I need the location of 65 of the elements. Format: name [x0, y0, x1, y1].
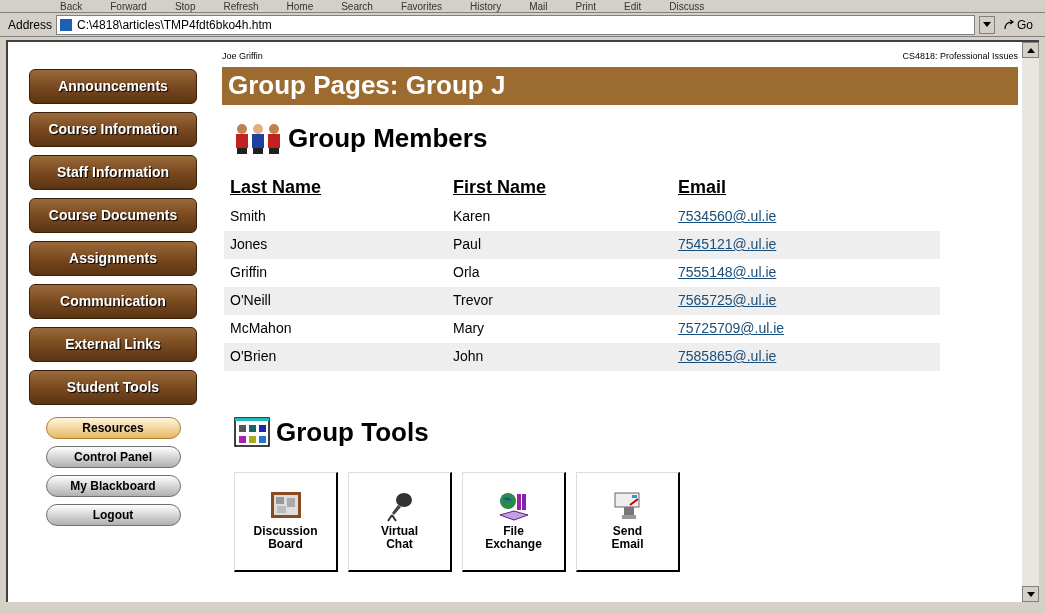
column-header: Email: [677, 175, 728, 199]
toolbar-button[interactable]: Search: [341, 1, 373, 12]
tools-grid-icon: [234, 417, 270, 447]
section-heading: Group Members: [288, 121, 488, 155]
tool-button[interactable]: Send Email: [576, 471, 680, 572]
email-link[interactable]: 75725709@.ul.ie: [678, 320, 785, 336]
table-cell: Mary: [453, 320, 485, 336]
table-cell: McMahon: [230, 320, 292, 336]
nav-button[interactable]: Announcements: [29, 69, 197, 104]
page-title-bar: Group Pages: Group J: [222, 66, 1018, 105]
nav-button[interactable]: Control Panel: [45, 446, 181, 468]
nav-button[interactable]: Course Information: [29, 112, 197, 147]
tool-button[interactable]: Virtual Chat: [348, 471, 452, 572]
globe-book-icon: [497, 491, 530, 523]
table-cell: Trevor: [453, 292, 493, 308]
table-cell: Paul: [453, 236, 482, 252]
dropdown-button[interactable]: [979, 15, 995, 34]
email-link[interactable]: 7545121@.ul.ie: [678, 236, 777, 252]
tool-button[interactable]: Discussion Board: [234, 471, 338, 572]
nav-button[interactable]: External Links: [29, 327, 197, 362]
table-cell: Karen: [453, 208, 491, 224]
scroll-up-icon: [1026, 47, 1035, 53]
table-cell: Smith: [230, 208, 266, 224]
column-header: First Name: [452, 175, 548, 199]
toolbar-button[interactable]: Edit: [624, 1, 642, 12]
table-cell: Griffin: [230, 264, 268, 280]
go-button[interactable]: Go: [999, 15, 1037, 34]
toolbar-button[interactable]: Refresh: [223, 1, 259, 12]
column-header: Last Name: [229, 175, 323, 199]
table-cell: Jones: [230, 236, 268, 252]
toolbar-button[interactable]: Discuss: [669, 1, 705, 12]
toolbar-button[interactable]: Forward: [110, 1, 147, 12]
email-link[interactable]: 7565725@.ul.ie: [678, 292, 777, 308]
course-title: CS4818: Professional Issues: [902, 50, 1018, 63]
email-link[interactable]: 7534560@.ul.ie: [678, 208, 777, 224]
email-link[interactable]: 7555148@.ul.ie: [678, 264, 777, 280]
user-name: Joe Griffin: [222, 50, 263, 63]
toolbar-button[interactable]: Home: [286, 1, 314, 12]
email-link[interactable]: 7585865@.ul.ie: [678, 348, 777, 364]
nav-button[interactable]: Resources: [45, 417, 181, 439]
tool-button[interactable]: File Exchange: [462, 471, 566, 572]
section-heading: Group Tools: [276, 415, 429, 449]
address-label: Address: [8, 16, 53, 34]
nav-button[interactable]: Staff Information: [29, 155, 197, 190]
table-cell: Orla: [453, 264, 480, 280]
address-field[interactable]: C:\4818\articles\TMP4fdt6bko4h.htm: [56, 14, 975, 35]
nav-button[interactable]: Course Documents: [29, 198, 197, 233]
table-cell: O'Brien: [230, 348, 277, 364]
nav-button[interactable]: Student Tools: [29, 370, 197, 405]
nav-button[interactable]: My Blackboard: [45, 475, 181, 497]
scrollbar[interactable]: [1022, 42, 1039, 602]
scroll-down-icon: [1026, 591, 1035, 597]
nav-button[interactable]: Logout: [45, 504, 181, 526]
toolbar-button[interactable]: Stop: [174, 1, 196, 12]
table-cell: John: [453, 348, 484, 364]
toolbar-button[interactable]: Print: [575, 1, 597, 12]
toolbar-button[interactable]: Mail: [529, 1, 548, 12]
table-cell: O'Neill: [230, 292, 271, 308]
toolbar-button[interactable]: Favorites: [400, 1, 442, 12]
nav-button[interactable]: Assignments: [29, 241, 197, 276]
toolbar-button[interactable]: History: [470, 1, 502, 12]
caret-down-icon: [983, 22, 991, 27]
nav-button[interactable]: Communication: [29, 284, 197, 319]
go-arrow-icon: [1003, 18, 1015, 31]
toolbar-button[interactable]: Back: [60, 1, 83, 12]
